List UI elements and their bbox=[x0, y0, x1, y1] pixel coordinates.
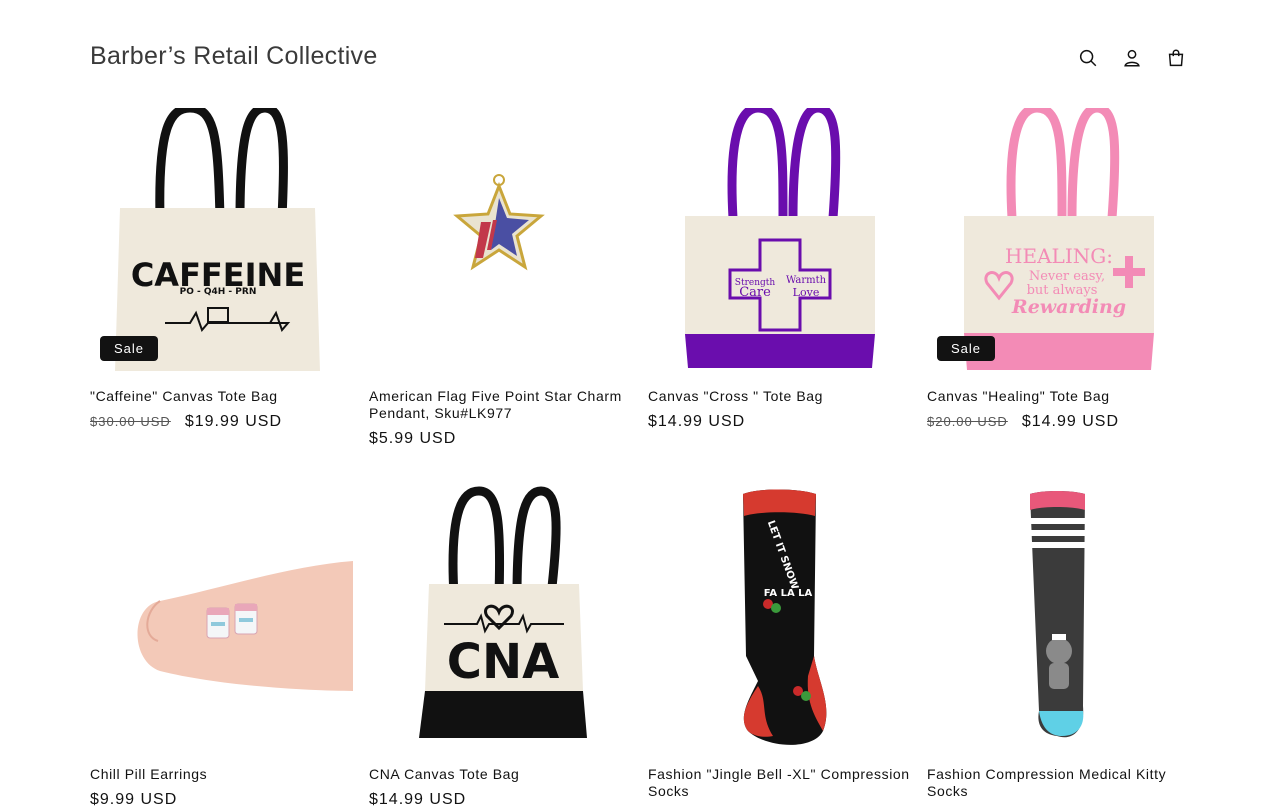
price-row: $9.99 USD bbox=[90, 791, 353, 809]
product-card: HEALING: Never easy, but always Rewardin… bbox=[927, 108, 1190, 431]
regular-price: $20.00 USD bbox=[927, 414, 1008, 429]
cart-icon bbox=[1168, 49, 1184, 67]
product-card: CNA CNA Canvas Tote Bag $14.99 USD bbox=[369, 486, 632, 809]
svg-text:Care: Care bbox=[739, 285, 771, 300]
healing-tote-image: HEALING: Never easy, but always Rewardin… bbox=[964, 108, 1154, 370]
product-image-link[interactable] bbox=[369, 108, 632, 371]
product-card: LET IT SNOW FA LA LA Fashion "Jingle Bel… bbox=[648, 486, 911, 800]
site-header: Barber’s Retail Collective bbox=[0, 0, 1280, 108]
jingle-bell-socks-image: LET IT SNOW FA LA LA bbox=[743, 489, 827, 745]
svg-text:CNA: CNA bbox=[447, 634, 560, 690]
product-card: CAFFEINE PO - Q4H - PRN Sale "Caffeine" … bbox=[90, 108, 353, 431]
caffeine-tote-image: CAFFEINE PO - Q4H - PRN bbox=[115, 108, 320, 371]
product-title-link[interactable]: "Caffeine" Canvas Tote Bag bbox=[90, 388, 353, 405]
account-button[interactable] bbox=[1114, 40, 1150, 76]
product-title-link[interactable]: Canvas "Cross " Tote Bag bbox=[648, 388, 911, 405]
header-icons bbox=[1070, 40, 1194, 76]
price-row: $14.99 USD bbox=[648, 413, 911, 431]
price-row: $5.99 USD bbox=[369, 430, 632, 448]
cross-tote-image: Strength Care Warmth Love bbox=[685, 108, 875, 368]
sale-price: $14.99 USD bbox=[1021, 413, 1119, 430]
product-title-link[interactable]: Fashion Compression Medical Kitty Socks bbox=[927, 766, 1190, 800]
product-title-link[interactable]: Chill Pill Earrings bbox=[90, 766, 353, 783]
product-image-link[interactable]: CAFFEINE PO - Q4H - PRN Sale bbox=[90, 108, 353, 371]
svg-text:FA LA LA: FA LA LA bbox=[764, 588, 813, 599]
chill-pill-earrings-image bbox=[137, 561, 353, 691]
account-icon bbox=[1124, 49, 1140, 67]
store-name-link[interactable]: Barber’s Retail Collective bbox=[90, 42, 378, 71]
search-button[interactable] bbox=[1070, 40, 1106, 76]
product-image-link[interactable] bbox=[927, 486, 1190, 749]
price-row: $30.00 USD $19.99 USD bbox=[90, 413, 353, 431]
sale-badge: Sale bbox=[937, 336, 996, 361]
price-row: $14.99 USD bbox=[369, 791, 632, 809]
product-image-link[interactable] bbox=[90, 486, 353, 749]
product-title-link[interactable]: Fashion "Jingle Bell -XL" Compression So… bbox=[648, 766, 911, 800]
price: $5.99 USD bbox=[369, 430, 457, 447]
product-card: American Flag Five Point Star Charm Pend… bbox=[369, 108, 632, 448]
price: $14.99 USD bbox=[369, 791, 467, 808]
product-card: Fashion Compression Medical Kitty Socks bbox=[927, 486, 1190, 800]
product-image-link[interactable]: Strength Care Warmth Love bbox=[648, 108, 911, 371]
product-image-link[interactable]: CNA bbox=[369, 486, 632, 749]
star-pendant-image bbox=[453, 174, 545, 271]
svg-text:HEALING:: HEALING: bbox=[1005, 244, 1113, 268]
svg-text:Never easy,: Never easy, bbox=[1029, 269, 1105, 284]
product-image-link[interactable]: HEALING: Never easy, but always Rewardin… bbox=[927, 108, 1190, 371]
price-row: $20.00 USD $14.99 USD bbox=[927, 413, 1190, 431]
cna-tote-image: CNA bbox=[419, 486, 587, 738]
product-card: Chill Pill Earrings $9.99 USD bbox=[90, 486, 353, 809]
product-title-link[interactable]: Canvas "Healing" Tote Bag bbox=[927, 388, 1190, 405]
product-card: Strength Care Warmth Love Canvas "Cross … bbox=[648, 108, 911, 431]
price: $14.99 USD bbox=[648, 413, 746, 430]
search-icon bbox=[1079, 49, 1097, 67]
sale-price: $19.99 USD bbox=[184, 413, 282, 430]
cart-button[interactable] bbox=[1158, 40, 1194, 76]
product-title-link[interactable]: American Flag Five Point Star Charm Pend… bbox=[369, 388, 632, 422]
product-title-link[interactable]: CNA Canvas Tote Bag bbox=[369, 766, 632, 783]
svg-text:Rewarding: Rewarding bbox=[1011, 296, 1126, 318]
sale-badge: Sale bbox=[100, 336, 159, 361]
svg-text:PO - Q4H - PRN: PO - Q4H - PRN bbox=[180, 287, 257, 297]
svg-text:Love: Love bbox=[793, 286, 820, 299]
price: $9.99 USD bbox=[90, 791, 178, 808]
kitty-socks-image bbox=[1030, 491, 1085, 738]
product-image-link[interactable]: LET IT SNOW FA LA LA bbox=[648, 486, 911, 749]
svg-text:Warmth: Warmth bbox=[786, 275, 827, 286]
regular-price: $30.00 USD bbox=[90, 414, 171, 429]
